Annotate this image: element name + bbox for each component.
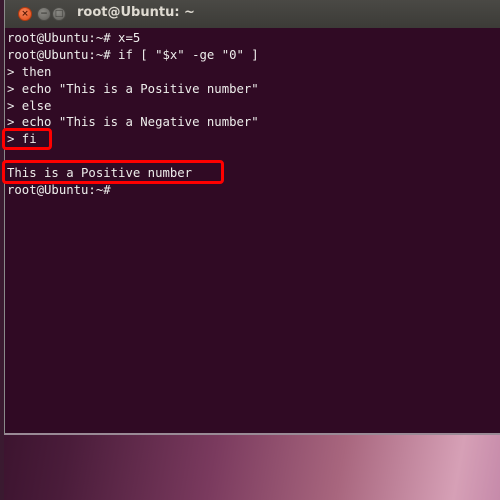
close-icon: × (21, 9, 29, 19)
terminal-window: × − □ root@Ubuntu: ~ root@Ubuntu:~# x=5 … (4, 0, 500, 435)
highlight-fi-box (2, 128, 52, 150)
terminal-line: root@Ubuntu:~# x=5 (7, 31, 141, 45)
maximize-button[interactable]: □ (52, 7, 66, 21)
highlight-output-box (2, 160, 224, 184)
terminal-line: > echo "This is a Positive number" (7, 81, 259, 96)
title-bar[interactable]: × − □ root@Ubuntu: ~ (5, 0, 500, 29)
close-button[interactable]: × (18, 7, 32, 21)
terminal-line: > else (7, 98, 52, 113)
terminal-content[interactable]: root@Ubuntu:~# x=5 root@Ubuntu:~# if [ "… (5, 28, 500, 433)
terminal-line: > echo "This is a Negative number" (7, 115, 259, 130)
minimize-icon: − (40, 9, 48, 19)
terminal-line: > fi (7, 132, 37, 147)
minimize-button[interactable]: − (37, 7, 51, 21)
terminal-line: > then (7, 64, 52, 79)
terminal-prompt-line: root@Ubuntu:~# (7, 183, 111, 198)
terminal-line: root@Ubuntu:~# if [ "$x" -ge "0" ] (7, 47, 259, 62)
maximize-icon: □ (54, 9, 64, 19)
window-title: root@Ubuntu: ~ (77, 5, 195, 20)
